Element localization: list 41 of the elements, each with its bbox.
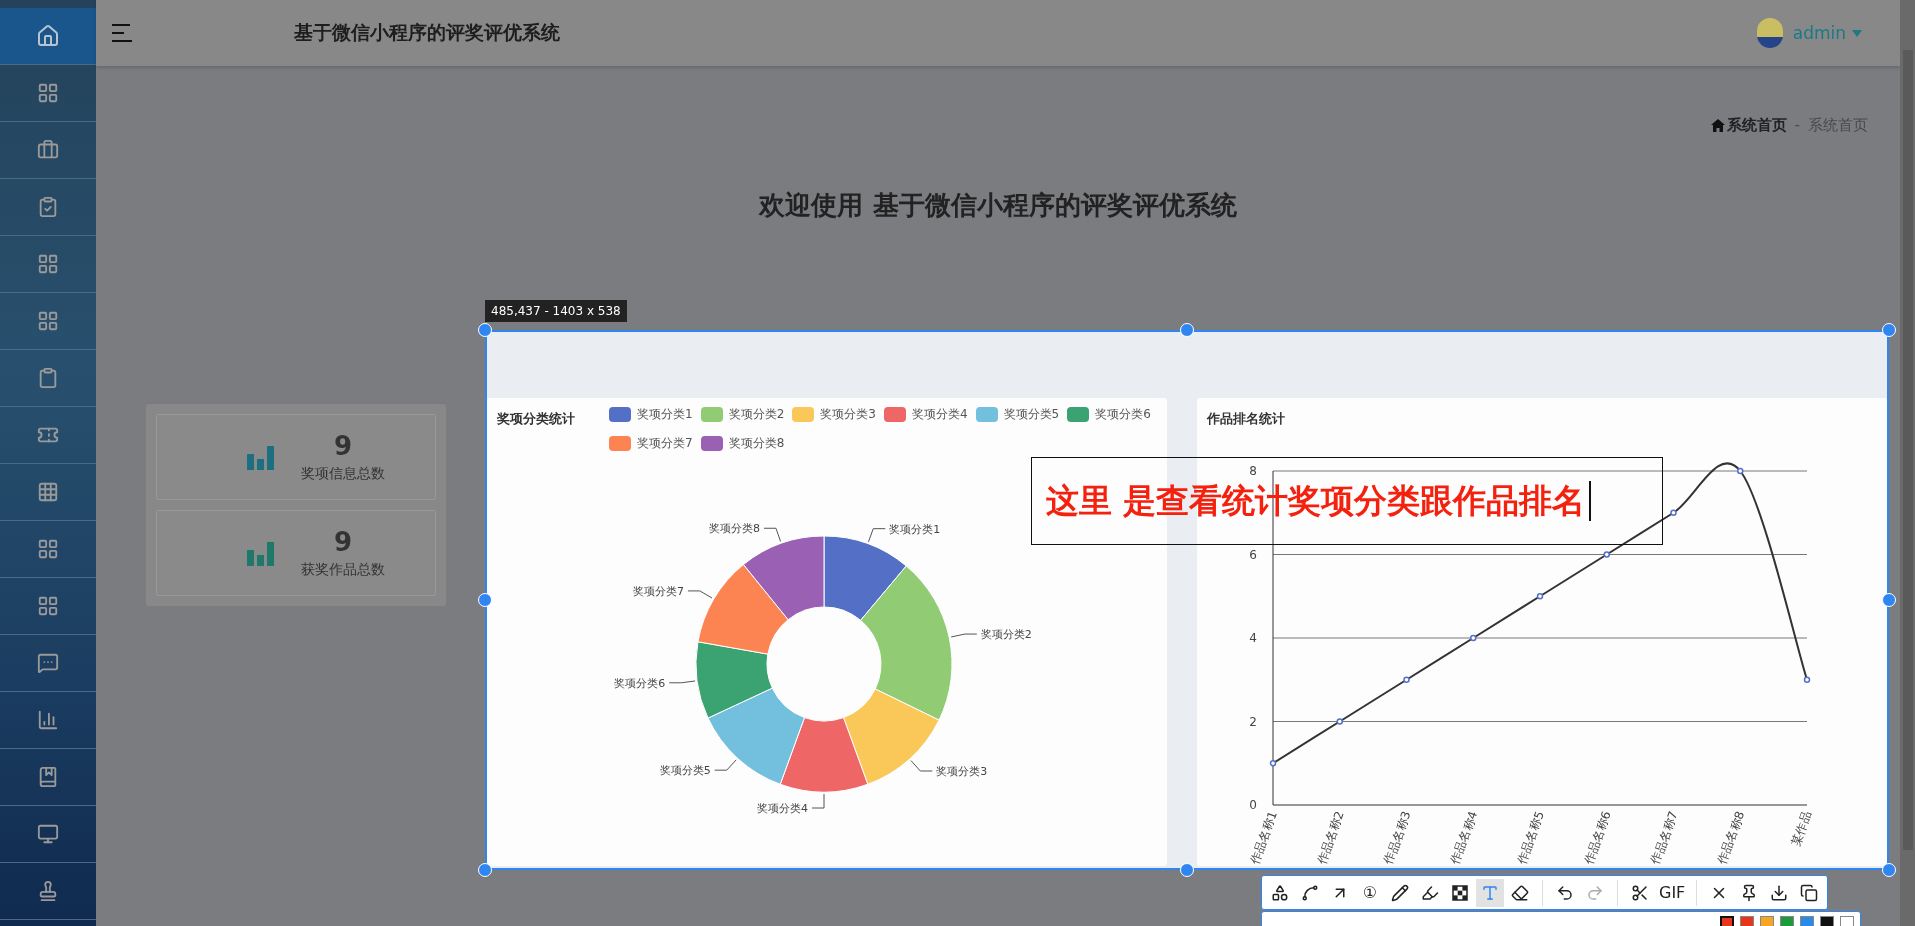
legend-label: 奖项分类4 bbox=[911, 406, 968, 423]
axis-category-label: 作品名称4 bbox=[1447, 809, 1481, 867]
legend-label: 奖项分类7 bbox=[637, 435, 693, 452]
annotation-text: 这里 是查看统计奖项分类跟作品排名 bbox=[1046, 479, 1586, 522]
slice-label: 奖项分类7 bbox=[632, 584, 684, 598]
axis-tick-label: 8 bbox=[1249, 464, 1257, 478]
legend-label: 奖项分类3 bbox=[820, 406, 876, 423]
slice-label: 奖项分类3 bbox=[936, 765, 988, 778]
chart-title: 作品排名统计 bbox=[1205, 410, 1286, 428]
slice-label: 奖项分类4 bbox=[757, 802, 808, 815]
legend-label: 奖项分类2 bbox=[728, 406, 785, 423]
selection-size-label: 485,437 - 1403 x 538 bbox=[485, 300, 627, 322]
axis-tick-label: 2 bbox=[1249, 714, 1257, 729]
legend-label: 奖项分类6 bbox=[1095, 406, 1151, 423]
axis-category-label: 作品名称5 bbox=[1514, 809, 1547, 867]
axis-category-label: 某作品 bbox=[1788, 809, 1814, 848]
axis-category-label: 作品名称8 bbox=[1714, 809, 1748, 867]
axis-tick-label: 4 bbox=[1249, 631, 1257, 645]
stat-label: 获奖作品总数 bbox=[301, 561, 385, 579]
axis-category-label: 作品名称1 bbox=[1247, 809, 1280, 867]
breadcrumb-separator: - bbox=[1794, 116, 1800, 134]
chart-title: 奖项分类统计 bbox=[496, 410, 575, 428]
axis-tick-label: 6 bbox=[1249, 547, 1257, 562]
stat-value: 9 bbox=[333, 527, 353, 557]
stat-label: 奖项信息总数 bbox=[301, 465, 385, 483]
axis-category-label: 作品名称6 bbox=[1581, 809, 1614, 867]
slice-label: 奖项分类2 bbox=[980, 628, 1032, 642]
axis-tick-label: 0 bbox=[1249, 798, 1257, 812]
slice-label: 奖项分类8 bbox=[708, 522, 760, 536]
slice-label: 奖项分类1 bbox=[889, 522, 941, 536]
legend-label: 奖项分类1 bbox=[637, 406, 693, 423]
legend-label: 奖项分类5 bbox=[1003, 406, 1060, 423]
stat-value: 9 bbox=[333, 431, 353, 461]
legend-label: 奖项分类8 bbox=[728, 435, 785, 452]
welcome-heading: 欢迎使用 基于微信小程序的评奖评优系统 bbox=[757, 189, 1238, 222]
app-title: 基于微信小程序的评奖评优系统 bbox=[294, 20, 560, 45]
axis-category-label: 作品名称2 bbox=[1314, 809, 1347, 867]
axis-category-label: 作品名称7 bbox=[1648, 809, 1681, 867]
axis-category-label: 作品名称3 bbox=[1381, 809, 1414, 867]
slice-label: 奖项分类6 bbox=[614, 676, 666, 690]
slice-label: 奖项分类5 bbox=[659, 764, 711, 778]
